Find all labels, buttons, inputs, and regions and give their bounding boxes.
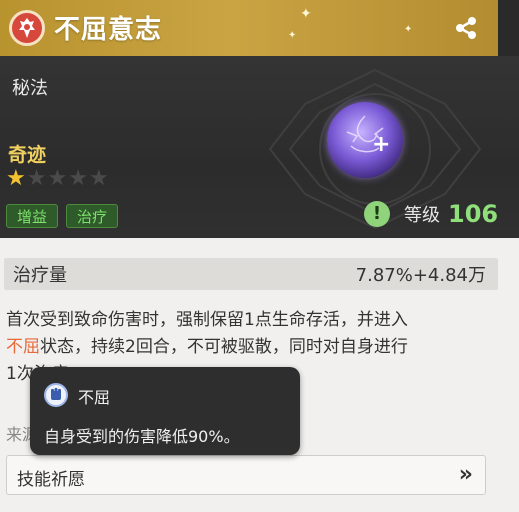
cross-emblem-icon <box>9 10 45 46</box>
level-section: ! 等级 106 <box>364 200 498 228</box>
keyword-tooltip: 不屈 自身受到的伤害降低90%。 <box>30 367 300 455</box>
skill-orb-icon <box>327 102 403 178</box>
skill-type: 秘法 <box>12 78 48 99</box>
skill-detail-card: ✦ ✦ ✦ 不屈意志 秘法 奇迹 ★ ★ ★ ★ ★ 增益 治疗 + ! 等级 … <box>0 0 519 512</box>
double-chevron-right-icon: » <box>458 462 473 487</box>
tooltip-body: 自身受到的伤害降低90%。 <box>44 427 240 446</box>
fist-icon <box>44 383 68 407</box>
sparkle-decoration: ✦ <box>288 30 297 41</box>
alert-icon[interactable]: ! <box>364 201 390 227</box>
keyword-link[interactable]: 不屈 <box>6 337 40 357</box>
skill-header: ✦ ✦ ✦ 不屈意志 <box>0 0 519 56</box>
plus-icon: + <box>372 132 391 157</box>
tag-heal: 治疗 <box>66 204 119 228</box>
star-icon: ★ <box>47 166 68 191</box>
skill-wish-button[interactable]: 技能祈愿 » <box>6 455 486 495</box>
skill-banner: 秘法 奇迹 ★ ★ ★ ★ ★ 增益 治疗 + ! 等级 106 <box>0 56 519 238</box>
level-label: 等级 <box>404 205 440 226</box>
sparkle-decoration: ✦ <box>300 6 312 22</box>
star-icon: ★ <box>88 166 109 191</box>
stat-name: 治疗量 <box>13 265 67 286</box>
description-line: 不屈状态，持续2回合，不可被驱散，同时对自身进行 <box>6 337 408 357</box>
rarity-label: 奇迹 <box>8 144 47 166</box>
sparkle-decoration: ✦ <box>404 24 413 35</box>
level-value: 106 <box>448 200 499 228</box>
tooltip-title: 不屈 <box>78 388 111 407</box>
window-edge <box>498 0 519 56</box>
skill-title: 不屈意志 <box>54 15 163 45</box>
stat-value: 7.87%+4.84万 <box>355 265 486 286</box>
skill-tags: 增益 治疗 <box>6 204 119 228</box>
action-label: 技能祈愿 <box>17 470 85 490</box>
rarity-stars: ★ ★ ★ ★ ★ <box>6 168 109 190</box>
star-icon: ★ <box>68 166 88 191</box>
description-line: 首次受到致命伤害时，强制保留1点生命存活，并进入 <box>6 310 408 330</box>
stat-row: 治疗量 7.87%+4.84万 <box>4 258 498 290</box>
tag-buff: 增益 <box>6 204 59 228</box>
share-icon[interactable] <box>452 14 480 42</box>
star-icon: ★ <box>26 166 47 191</box>
star-icon: ★ <box>6 166 26 191</box>
